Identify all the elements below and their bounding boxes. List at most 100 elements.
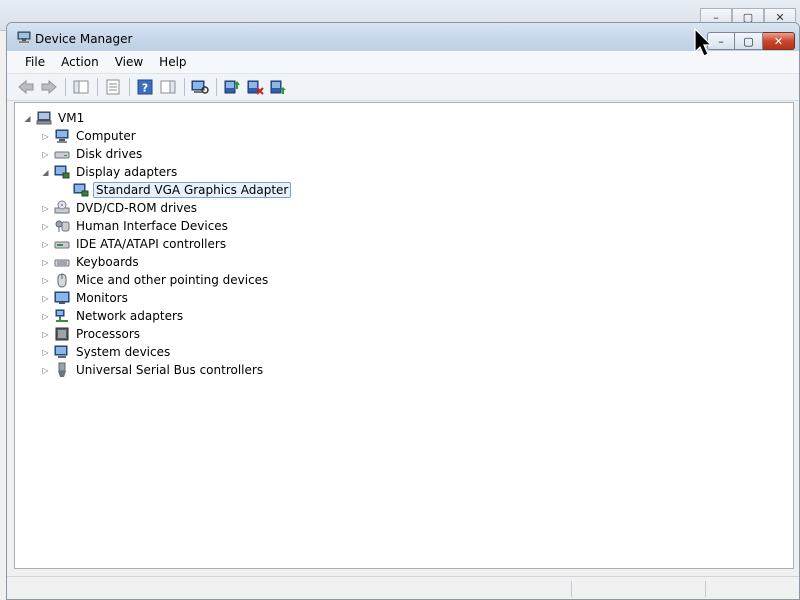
disable-device-button[interactable] — [244, 76, 266, 98]
toolbar-separator — [129, 78, 130, 96]
device-manager-window: Device Manager – ▢ ✕ File Action View He… — [6, 22, 800, 600]
tree-device-label: Standard VGA Graphics Adapter — [93, 182, 292, 198]
display-adapter-icon — [54, 164, 70, 180]
tree-category-disk-drives[interactable]: ▷ Disk drives — [41, 145, 144, 163]
processor-icon — [54, 326, 70, 342]
disable-device-icon — [247, 80, 264, 95]
expand-arrow-icon[interactable]: ▷ — [41, 258, 50, 267]
help-button[interactable]: ? — [134, 76, 156, 98]
close-button[interactable]: ✕ — [763, 32, 795, 50]
tree-category-label: Display adapters — [76, 165, 178, 179]
back-button[interactable] — [15, 76, 37, 98]
status-separator — [571, 581, 572, 597]
tree-category-label: Processors — [76, 327, 141, 341]
window-title: Device Manager — [35, 32, 133, 46]
expand-arrow-icon[interactable]: ▷ — [41, 132, 50, 141]
tree-category-display-adapters[interactable]: ◢ Display adapters — [41, 163, 179, 181]
collapse-arrow-icon[interactable]: ◢ — [23, 114, 32, 123]
tree-category-universal-serial-bus-controllers[interactable]: ▷ Universal Serial Bus controllers — [41, 361, 265, 379]
expand-arrow-icon[interactable]: ▷ — [41, 204, 50, 213]
menu-help[interactable]: Help — [151, 51, 194, 73]
tree-category-computer[interactable]: ▷ Computer — [41, 127, 138, 145]
expand-arrow-icon[interactable]: ▷ — [41, 312, 50, 321]
scan-hardware-changes-button[interactable] — [189, 76, 211, 98]
expand-arrow-icon[interactable]: ▷ — [41, 240, 50, 249]
device-tree[interactable]: ◢ VM1 ▷ Computer ▷ Disk drives ◢ Display adap… — [14, 102, 794, 569]
mouse-cursor-icon — [694, 28, 713, 57]
enable-device-icon — [270, 80, 286, 94]
tree-category-label: Computer — [76, 129, 136, 143]
expand-arrow-icon[interactable]: ▷ — [41, 294, 50, 303]
computer-icon — [54, 128, 70, 144]
toolbar-separator — [65, 78, 66, 96]
tree-category-label: DVD/CD-ROM drives — [76, 201, 198, 215]
tree-category-human-interface-devices[interactable]: ▷ Human Interface Devices — [41, 217, 230, 235]
toolbar-separator — [216, 78, 217, 96]
tree-category-system-devices[interactable]: ▷ System devices — [41, 343, 172, 361]
keyboard-icon — [54, 254, 70, 270]
menu-view[interactable]: View — [107, 51, 151, 73]
network-adapter-icon — [54, 308, 70, 324]
tree-category-label: Disk drives — [76, 147, 143, 161]
hid-icon — [54, 218, 70, 234]
action-pane-button[interactable] — [157, 76, 179, 98]
update-driver-button[interactable] — [221, 76, 243, 98]
tree-category-label: IDE ATA/ATAPI controllers — [76, 237, 227, 251]
tree-category-label: Human Interface Devices — [76, 219, 228, 233]
tree-category-mice-and-other-pointing-devices[interactable]: ▷ Mice and other pointing devices — [41, 271, 270, 289]
tree-category-network-adapters[interactable]: ▷ Network adapters — [41, 307, 185, 325]
toolbar-separator — [97, 78, 98, 96]
window-controls: – ▢ ✕ — [707, 32, 795, 50]
status-bar — [7, 576, 799, 599]
collapse-arrow-icon[interactable]: ◢ — [41, 168, 50, 177]
tree-category-label: Monitors — [76, 291, 128, 305]
display-adapter-icon — [73, 182, 89, 198]
status-separator — [705, 581, 706, 597]
expand-arrow-icon[interactable]: ▷ — [41, 276, 50, 285]
tree-category-keyboards[interactable]: ▷ Keyboards — [41, 253, 141, 271]
svg-text:?: ? — [142, 82, 148, 95]
expand-arrow-icon[interactable]: ▷ — [41, 150, 50, 159]
forward-button[interactable] — [38, 76, 60, 98]
tree-category-dvd-cd-rom-drives[interactable]: ▷ DVD/CD-ROM drives — [41, 199, 199, 217]
tree-category-label: Mice and other pointing devices — [76, 273, 269, 287]
tree-category-processors[interactable]: ▷ Processors — [41, 325, 142, 343]
show-hide-console-tree-button[interactable] — [70, 76, 92, 98]
enable-device-button[interactable] — [267, 76, 289, 98]
expand-arrow-icon[interactable]: ▷ — [41, 366, 50, 375]
forward-arrow-icon — [41, 79, 57, 95]
expand-arrow-icon[interactable]: ▷ — [41, 330, 50, 339]
tree-root-node[interactable]: ◢ VM1 — [23, 109, 86, 127]
scan-hardware-changes-icon — [191, 80, 209, 94]
menu-bar: File Action View Help — [7, 51, 799, 74]
expand-arrow-icon[interactable]: ▷ — [41, 348, 50, 357]
dvd-drive-icon — [54, 200, 70, 216]
tree-root-label: VM1 — [58, 111, 85, 125]
ide-controller-icon — [54, 236, 70, 252]
tree-category-monitors[interactable]: ▷ Monitors — [41, 289, 130, 307]
properties-button[interactable] — [102, 76, 124, 98]
help-icon: ? — [137, 79, 153, 95]
monitor-icon — [54, 290, 70, 306]
toolbar-separator — [184, 78, 185, 96]
tree-category-label: Universal Serial Bus controllers — [76, 363, 264, 377]
action-pane-icon — [160, 80, 176, 94]
title-bar[interactable]: Device Manager – ▢ ✕ — [7, 23, 799, 51]
tree-category-ide-ata-atapi-controllers[interactable]: ▷ IDE ATA/ATAPI controllers — [41, 235, 228, 253]
mouse-icon — [54, 272, 70, 288]
back-arrow-icon — [18, 79, 34, 95]
disk-drive-icon — [54, 146, 70, 162]
show-hide-console-tree-icon — [73, 80, 89, 94]
tree-category-label: Keyboards — [76, 255, 139, 269]
maximize-button[interactable]: ▢ — [735, 32, 763, 50]
tree-device-node[interactable]: Standard VGA Graphics Adapter — [73, 181, 292, 199]
properties-icon — [106, 79, 120, 95]
system-devices-icon — [54, 344, 70, 360]
update-driver-icon — [224, 80, 240, 94]
menu-action[interactable]: Action — [53, 51, 107, 73]
menu-file[interactable]: File — [17, 51, 53, 73]
toolbar: ? — [7, 74, 799, 101]
tree-category-label: System devices — [76, 345, 171, 359]
device-manager-icon — [17, 31, 31, 43]
expand-arrow-icon[interactable]: ▷ — [41, 222, 50, 231]
